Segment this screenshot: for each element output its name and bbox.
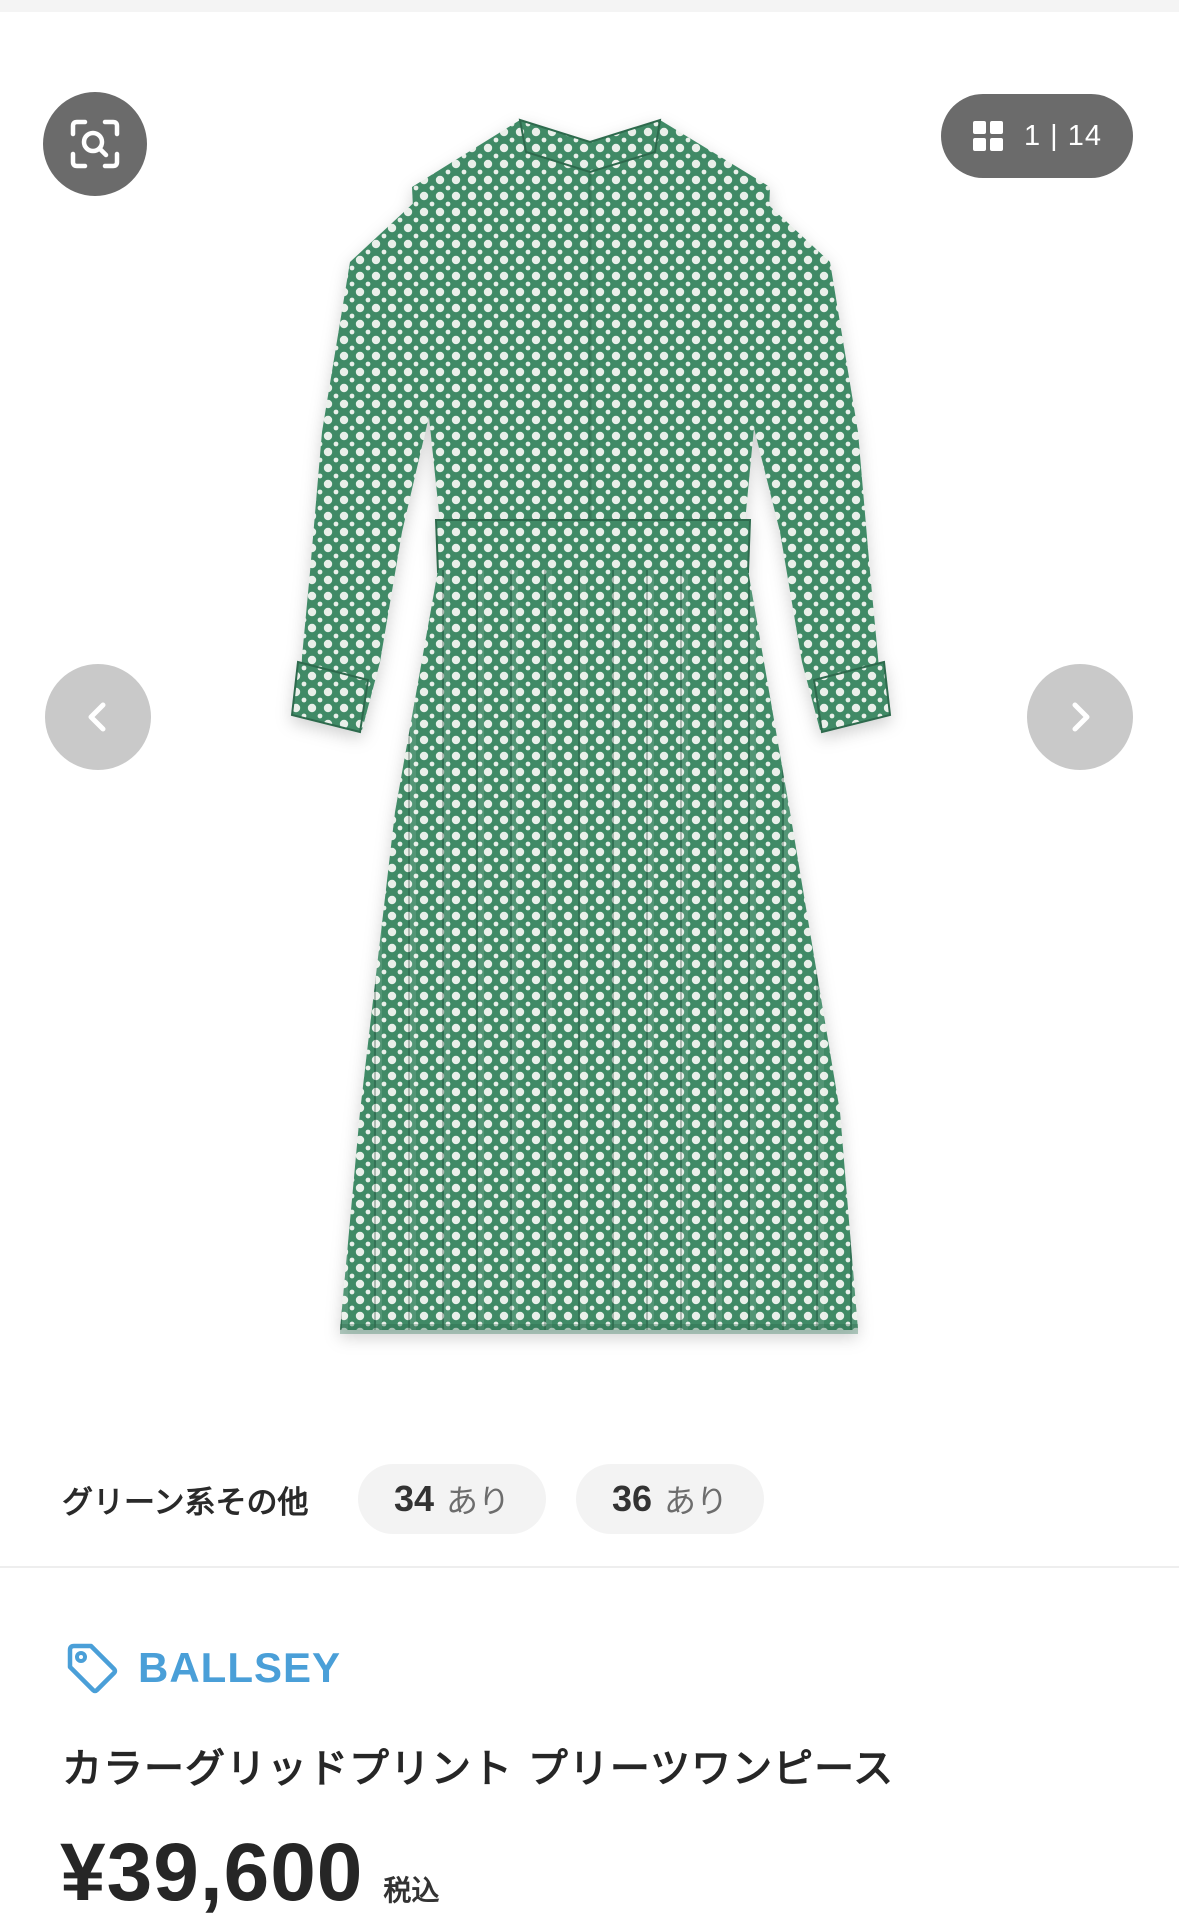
- zoom-search-button[interactable]: [43, 92, 147, 196]
- price: ¥39,600: [60, 1827, 364, 1918]
- stock-status: あり: [664, 1482, 729, 1520]
- size-chip-34[interactable]: 34 あり: [358, 1464, 546, 1534]
- image-counter-text: 1 | 14: [1023, 119, 1103, 152]
- price-row: ¥39,600 税込: [60, 1826, 439, 1920]
- brand-name: BALLSEY: [138, 1644, 342, 1691]
- dress-illustration: [290, 118, 892, 1334]
- size-value: 36: [611, 1478, 653, 1519]
- product-title: カラーグリッドプリント プリーツワンピース: [62, 1746, 895, 1792]
- stock-status: あり: [446, 1482, 511, 1520]
- variant-selector: グリーン系その他 34 あり 36 あり: [0, 1460, 1179, 1538]
- tag-icon: [67, 1643, 118, 1694]
- tax-label: 税込: [383, 1874, 440, 1907]
- next-image-button[interactable]: [1027, 664, 1133, 770]
- image-gallery[interactable]: 1 | 14: [0, 12, 1179, 1382]
- image-counter-button[interactable]: 1 | 14: [941, 94, 1133, 178]
- size-value: 34: [393, 1478, 435, 1519]
- grid-icon: [972, 121, 1003, 151]
- image-search-icon: [70, 119, 120, 169]
- product-image[interactable]: [0, 12, 1179, 1382]
- color-label: グリーン系その他: [62, 1484, 309, 1521]
- top-strip: [0, 0, 1179, 12]
- previous-image-button[interactable]: [45, 664, 151, 770]
- brand-link[interactable]: BALLSEY: [64, 1638, 341, 1698]
- chevron-left-icon: [88, 702, 106, 732]
- product-detail-page: 1 | 14 グリーン系その他 34 あり 36 あり BALLSEY カラーグ…: [0, 0, 1179, 1925]
- size-chip-36[interactable]: 36 あり: [576, 1464, 764, 1534]
- section-divider: [0, 1566, 1179, 1568]
- chevron-right-icon: [1072, 702, 1090, 732]
